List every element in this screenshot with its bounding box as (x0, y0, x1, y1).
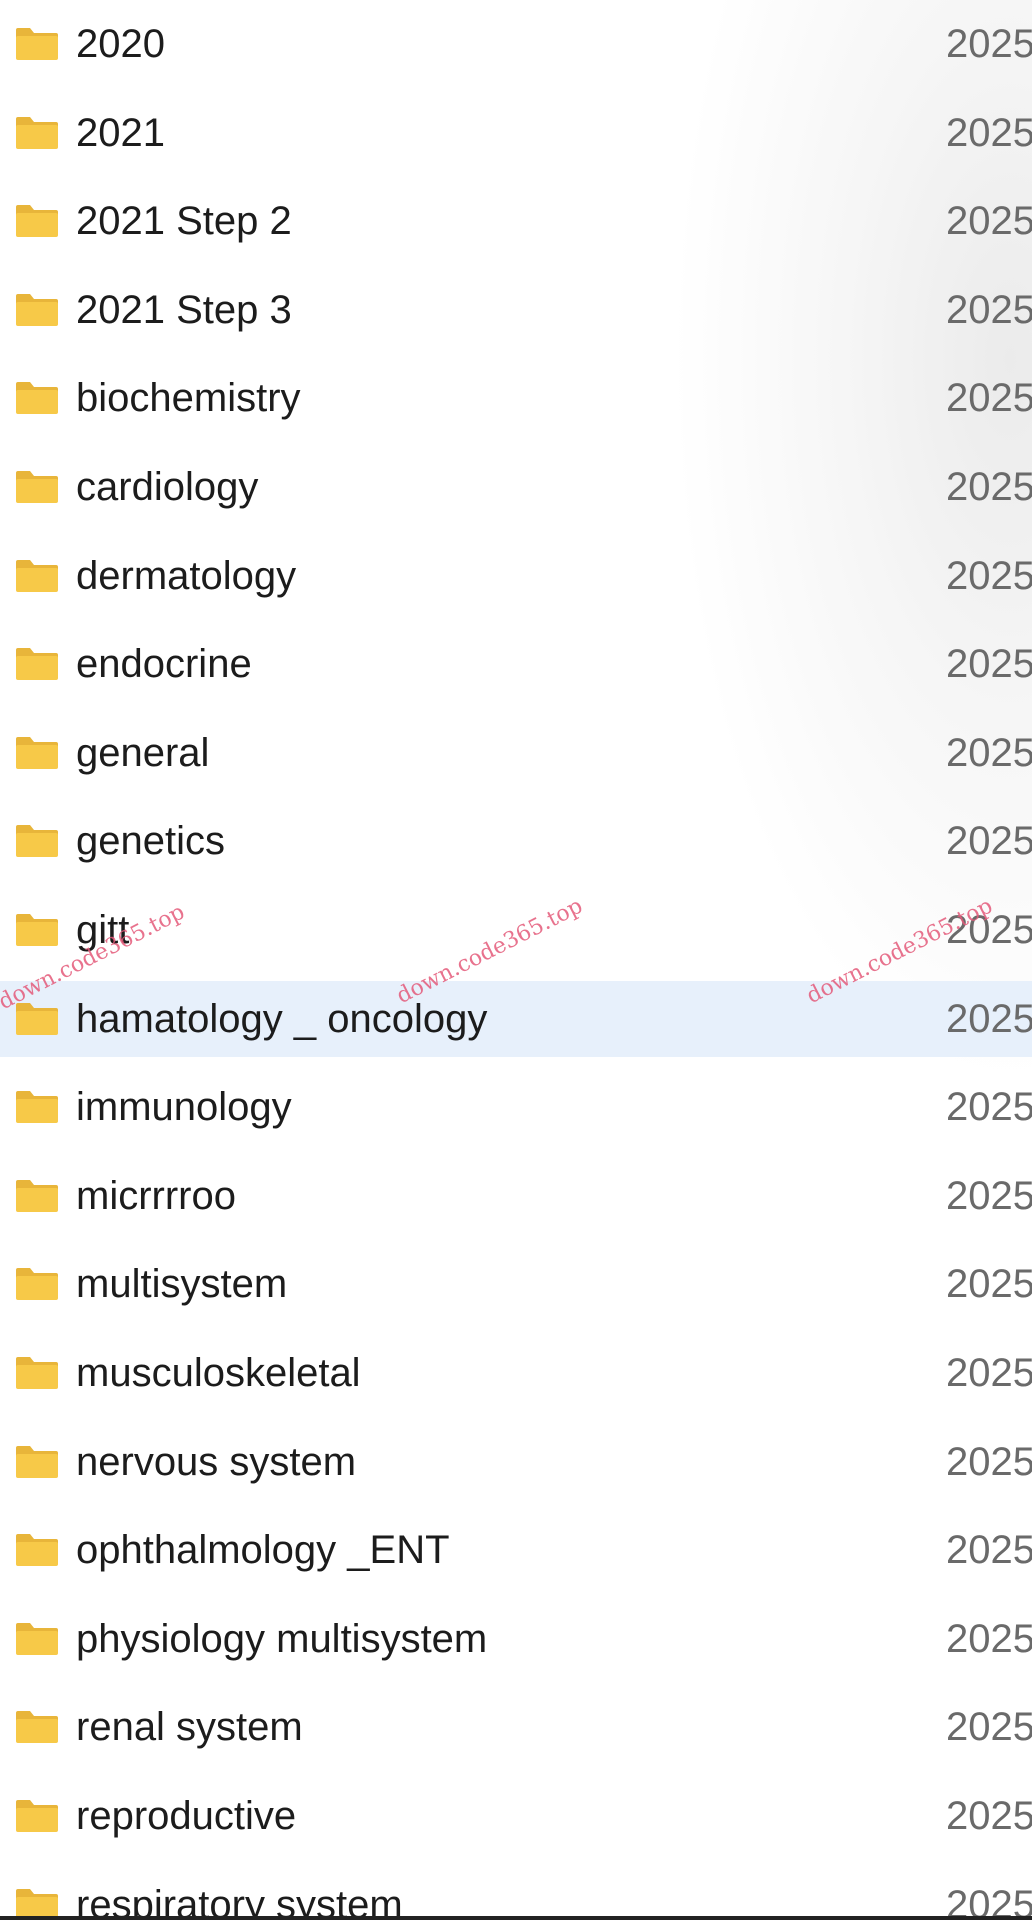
date-modified: 2025 (946, 1883, 1032, 1920)
folder-row[interactable]: multisystem 2025 (0, 1246, 1032, 1322)
folder-name: ophthalmology _ENT (76, 1528, 450, 1572)
date-modified: 2025 (946, 1617, 1032, 1661)
date-modified: 2025 (946, 22, 1032, 66)
folder-name: 2021 (76, 111, 165, 155)
folder-row[interactable]: 2021 Step 2 2025 (0, 183, 1032, 259)
folder-icon (14, 558, 60, 594)
file-list: 2020 2025 2021 2025 2021 Step 2 2025 2021 Step… (0, 0, 1032, 1920)
folder-name: endocrine (76, 642, 252, 686)
folder-row[interactable]: 2020 2025 (0, 6, 1032, 82)
folder-row[interactable]: 2021 2025 (0, 95, 1032, 171)
folder-row[interactable]: respiratory system 2025 (0, 1867, 1032, 1920)
folder-row[interactable]: biochemistry 2025 (0, 360, 1032, 436)
folder-icon (14, 1266, 60, 1302)
date-modified: 2025 (946, 997, 1032, 1041)
folder-row[interactable]: ophthalmology _ENT 2025 (0, 1512, 1032, 1588)
folder-row[interactable]: 2021 Step 3 2025 (0, 272, 1032, 348)
date-modified: 2025 (946, 1085, 1032, 1129)
date-modified: 2025 (946, 199, 1032, 243)
folder-name: micrrrroo (76, 1174, 236, 1218)
date-modified: 2025 (946, 465, 1032, 509)
date-modified: 2025 (946, 1440, 1032, 1484)
folder-icon (14, 1532, 60, 1568)
folder-name: multisystem (76, 1262, 288, 1306)
folder-icon (14, 469, 60, 505)
folder-row[interactable]: gitt 2025 (0, 892, 1032, 968)
folder-row[interactable]: micrrrroo 2025 (0, 1158, 1032, 1234)
folder-row[interactable]: dermatology 2025 (0, 538, 1032, 614)
folder-row[interactable]: nervous system 2025 (0, 1424, 1032, 1500)
folder-row[interactable]: reproductive 2025 (0, 1778, 1032, 1854)
date-modified: 2025 (946, 908, 1032, 952)
date-modified: 2025 (946, 288, 1032, 332)
folder-icon (14, 1089, 60, 1125)
folder-icon (14, 823, 60, 859)
folder-name: general (76, 731, 210, 775)
folder-icon (14, 646, 60, 682)
folder-name: 2021 Step 3 (76, 288, 292, 332)
date-modified: 2025 (946, 819, 1032, 863)
folder-row[interactable]: physiology multisystem 2025 (0, 1601, 1032, 1677)
folder-icon (14, 115, 60, 151)
bottom-border (0, 1916, 1032, 1920)
date-modified: 2025 (946, 1351, 1032, 1395)
folder-name: genetics (76, 819, 225, 863)
date-modified: 2025 (946, 111, 1032, 155)
date-modified: 2025 (946, 1705, 1032, 1749)
folder-name: respiratory system (76, 1883, 403, 1920)
folder-icon (14, 380, 60, 416)
folder-name: gitt (76, 908, 130, 952)
date-modified: 2025 (946, 731, 1032, 775)
folder-icon (14, 735, 60, 771)
folder-name: physiology multisystem (76, 1617, 488, 1661)
folder-row[interactable]: endocrine 2025 (0, 626, 1032, 702)
folder-icon (14, 203, 60, 239)
date-modified: 2025 (946, 1528, 1032, 1572)
folder-icon (14, 1444, 60, 1480)
date-modified: 2025 (946, 1262, 1032, 1306)
date-modified: 2025 (946, 1174, 1032, 1218)
folder-row[interactable]: hamatology _ oncology 2025 (0, 981, 1032, 1057)
folder-name: immunology (76, 1085, 292, 1129)
folder-name: hamatology _ oncology (76, 997, 488, 1041)
folder-icon (14, 292, 60, 328)
folder-name: 2021 Step 2 (76, 199, 292, 243)
folder-name: dermatology (76, 554, 297, 598)
folder-icon (14, 1621, 60, 1657)
folder-icon (14, 1355, 60, 1391)
date-modified: 2025 (946, 642, 1032, 686)
folder-name: nervous system (76, 1440, 357, 1484)
date-modified: 2025 (946, 554, 1032, 598)
folder-name: musculoskeletal (76, 1351, 361, 1395)
folder-name: 2020 (76, 22, 165, 66)
folder-icon (14, 912, 60, 948)
folder-name: reproductive (76, 1794, 297, 1838)
folder-icon (14, 1001, 60, 1037)
folder-row[interactable]: immunology 2025 (0, 1069, 1032, 1145)
date-modified: 2025 (946, 376, 1032, 420)
folder-row[interactable]: general 2025 (0, 715, 1032, 791)
folder-icon (14, 1709, 60, 1745)
folder-name: renal system (76, 1705, 303, 1749)
folder-icon (14, 26, 60, 62)
folder-row[interactable]: musculoskeletal 2025 (0, 1335, 1032, 1411)
folder-row[interactable]: cardiology 2025 (0, 449, 1032, 525)
folder-row[interactable]: renal system 2025 (0, 1689, 1032, 1765)
folder-name: biochemistry (76, 376, 301, 420)
folder-row[interactable]: genetics 2025 (0, 803, 1032, 879)
folder-name: cardiology (76, 465, 259, 509)
folder-icon (14, 1178, 60, 1214)
date-modified: 2025 (946, 1794, 1032, 1838)
folder-icon (14, 1798, 60, 1834)
